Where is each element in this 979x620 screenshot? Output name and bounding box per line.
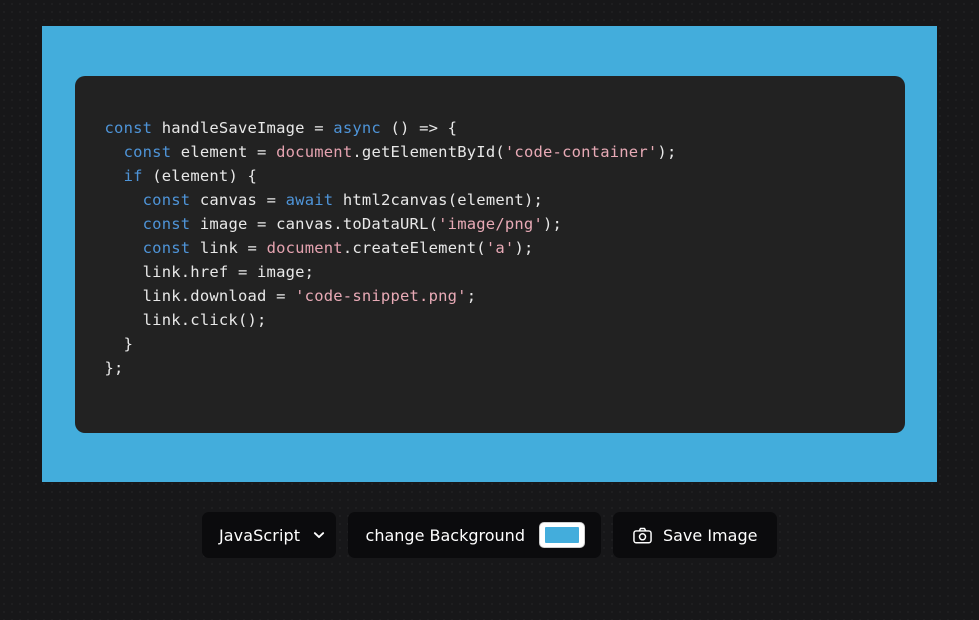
code-token: ); [543, 214, 563, 233]
code-token: 'a' [485, 238, 515, 257]
code-screenshot-backdrop: const handleSaveImage = async () => { co… [42, 26, 937, 482]
code-token: image = canvas.toDataURL( [190, 214, 439, 233]
change-background-label: change Background [365, 525, 525, 545]
code-token: link.download = [104, 286, 296, 305]
code-token: } [104, 334, 134, 353]
code-token: link.click(); [104, 310, 267, 329]
code-token: .createElement( [342, 238, 486, 257]
save-image-button[interactable]: Save Image [612, 512, 778, 558]
code-token: if [123, 166, 143, 185]
language-select-value: JavaScript [218, 525, 301, 545]
code-container: const handleSaveImage = async () => { co… [74, 75, 905, 433]
change-background-button[interactable]: change Background [347, 512, 601, 558]
code-token: async [333, 118, 381, 137]
camera-icon [633, 527, 652, 544]
save-image-label: Save Image [662, 525, 758, 545]
language-select[interactable]: JavaScript [201, 512, 336, 558]
code-token: (element) { [142, 166, 258, 185]
code-token: document [266, 238, 343, 257]
code-token: element = [171, 142, 277, 161]
code-token: link.href = image; [104, 262, 315, 281]
code-token: const [142, 214, 191, 233]
code-token: ); [514, 238, 534, 257]
code-token: const [142, 190, 191, 209]
code-token: document [276, 142, 353, 161]
code-token: link = [190, 238, 267, 257]
code-token: html2canvas(element); [333, 190, 544, 209]
code-token: }; [104, 358, 124, 377]
code-token: canvas = [190, 190, 286, 209]
code-token: ); [657, 142, 677, 161]
toolbar: JavaScript change Background Save Image [0, 512, 979, 558]
code-token: .getElementById( [352, 142, 505, 161]
code-token: const [142, 238, 191, 257]
code-token: () => { [380, 118, 458, 137]
code-token: const [123, 142, 172, 161]
background-color-input[interactable] [538, 522, 585, 548]
background-color-swatch-fill [544, 527, 579, 543]
code-token: 'code-snippet.png' [295, 286, 467, 305]
app-root: const handleSaveImage = async () => { co… [0, 0, 979, 620]
code-token: handleSaveImage = [152, 118, 334, 137]
chevron-down-icon [312, 528, 326, 542]
code-token: ; [466, 286, 477, 305]
code-token: 'code-container' [504, 142, 658, 161]
code-token: await [285, 190, 334, 209]
code-block: const handleSaveImage = async () => { co… [105, 116, 875, 380]
code-token: 'image/png' [438, 214, 543, 233]
code-token: const [104, 118, 153, 137]
